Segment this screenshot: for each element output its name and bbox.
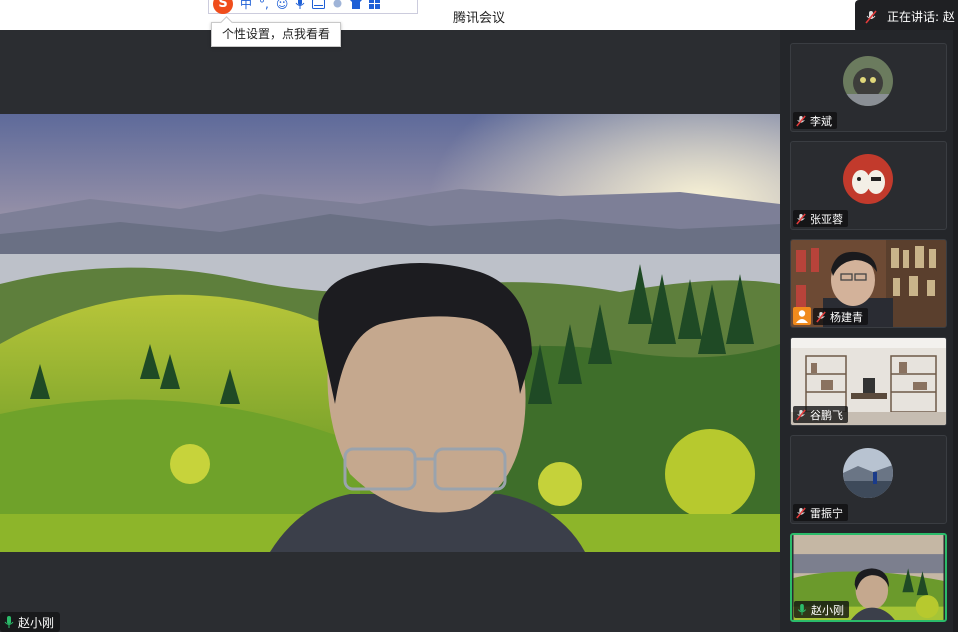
participant-label: 李斌 [793, 112, 837, 129]
participant-tile[interactable]: 李斌 [790, 43, 947, 132]
participant-tile[interactable]: 杨建青 [790, 239, 947, 328]
participant-name: 李斌 [810, 114, 832, 128]
participant-label: 杨建青 [813, 308, 868, 325]
participant-tile[interactable]: 谷鹏飞 [790, 337, 947, 426]
participant-label: 谷鹏飞 [793, 406, 848, 423]
speaking-text: 正在讲话: 赵 [887, 10, 955, 24]
ime-mode-toggle[interactable]: 中 [240, 0, 252, 10]
title-bar: 腾讯会议 [0, 0, 958, 30]
landscape-avatar-icon [843, 448, 893, 498]
mic-on-icon [4, 615, 14, 628]
participant-name: 谷鹏飞 [810, 408, 843, 422]
participant-name: 赵小刚 [811, 603, 844, 617]
app-title: 腾讯会议 [452, 11, 505, 26]
muted-mic-icon [816, 311, 826, 322]
ime-punct-toggle[interactable]: °, [259, 0, 269, 10]
ime-tooltip: 个性设置，点我看看 [211, 22, 342, 47]
host-badge-icon [793, 307, 811, 325]
muted-mic-icon [865, 9, 877, 24]
participant-tile-active[interactable]: 赵小刚 [790, 533, 947, 622]
participant-label: 雷振宁 [793, 504, 848, 521]
emoji-icon[interactable]: ☺ [276, 0, 289, 10]
sidebar-scrollbar[interactable] [953, 30, 958, 632]
main-participant-name: 赵小刚 [18, 615, 55, 630]
main-video-name-label: 赵小刚 [0, 612, 61, 632]
speaking-indicator: 正在讲话: 赵 [855, 0, 958, 33]
ime-logo-icon[interactable]: S [213, 0, 233, 14]
main-video-feed[interactable] [0, 114, 780, 552]
toolbox-grid-icon[interactable] [369, 0, 381, 9]
participant-tile[interactable]: 张亚蓉 [790, 141, 947, 230]
ime-toolbar[interactable]: S 中 °, ☺ [208, 0, 418, 14]
participant-tile[interactable]: 雷振宁 [790, 435, 947, 524]
muted-mic-icon [796, 115, 806, 126]
participant-name: 杨建青 [830, 310, 863, 324]
skin-shirt-icon[interactable] [350, 0, 363, 9]
microphone-icon[interactable] [295, 0, 305, 10]
muted-mic-icon [796, 213, 806, 224]
muted-mic-icon [796, 507, 806, 518]
virtual-background-landscape [0, 114, 780, 552]
cat-photo-avatar-icon [843, 56, 893, 106]
gesture-icon[interactable] [332, 0, 343, 9]
cartoon-avatar-icon [843, 154, 893, 204]
participant-name: 雷振宁 [810, 506, 843, 520]
participant-sidebar[interactable]: 李斌 张亚蓉 杨建青 谷鹏飞 雷振宁 赵小刚 [780, 30, 958, 632]
participant-name: 张亚蓉 [810, 212, 843, 226]
participant-label: 张亚蓉 [793, 210, 848, 227]
muted-mic-icon [796, 409, 806, 420]
mic-on-icon [797, 603, 807, 615]
participant-label: 赵小刚 [794, 601, 849, 618]
keyboard-icon[interactable] [312, 0, 326, 9]
